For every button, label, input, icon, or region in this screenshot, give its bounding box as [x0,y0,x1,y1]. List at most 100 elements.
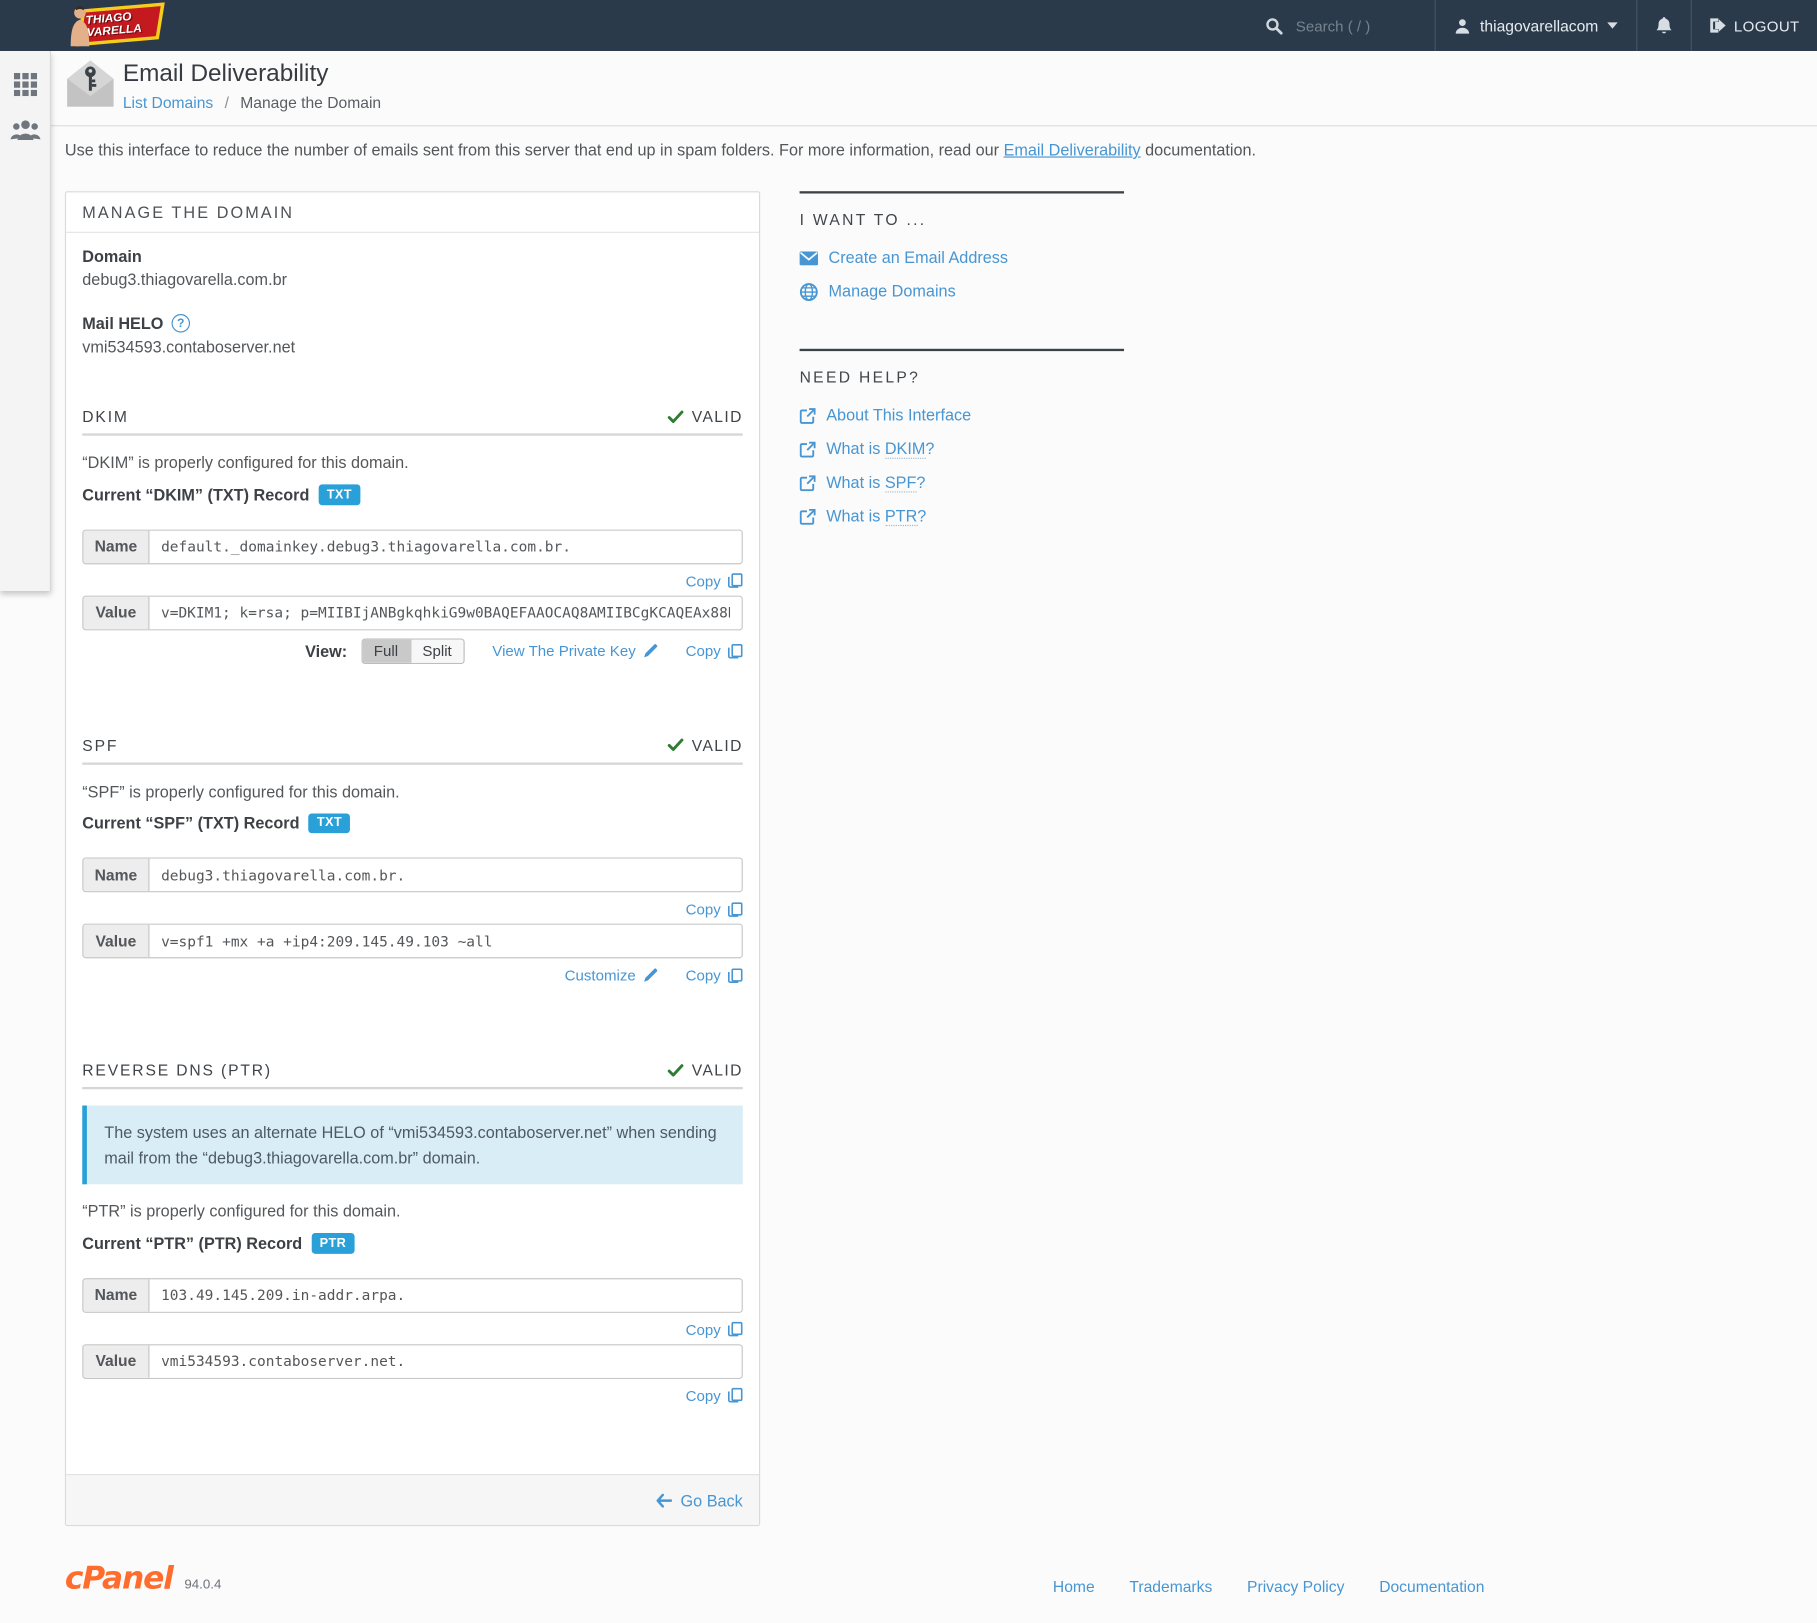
dkim-value-copy-link[interactable]: Copy [686,642,743,659]
breadcrumb-separator: / [224,93,229,112]
check-icon [667,1063,684,1077]
mail-helo-value: vmi534593.contaboserver.net [82,337,296,356]
private-key-label: View The Private Key [492,641,636,660]
dkim-name-input[interactable] [149,530,742,563]
users-group-icon[interactable] [9,118,40,140]
go-back-label: Go Back [680,1490,743,1510]
copy-icon [727,643,743,658]
breadcrumb-current: Manage the Domain [240,93,382,112]
name-addon: Name [83,1278,150,1312]
link-suffix: ? [916,472,926,492]
what-is-dkim-link[interactable]: What is DKIM? [799,439,1124,459]
left-sidebar [0,50,51,591]
view-private-key-link[interactable]: View The Private Key [492,642,657,659]
view-split-button[interactable]: Split [409,639,464,663]
link-prefix: What is [826,506,885,525]
logout-icon [1708,17,1727,33]
logo-man-icon [66,5,94,53]
breadcrumb: List Domains / Manage the Domain [123,94,381,111]
copy-label: Copy [685,1320,721,1338]
ptr-name-input[interactable] [149,1278,742,1312]
bell-icon [1655,16,1674,36]
external-link-icon [799,441,816,457]
breadcrumb-list-domains[interactable]: List Domains [123,94,213,111]
main-content: Email Deliverability List Domains / Mana… [50,51,1817,1623]
email-deliverability-doc-link[interactable]: Email Deliverability [1004,140,1141,159]
spf-value-row: Value [82,923,743,959]
manage-domain-panel: MANAGE THE DOMAIN Domain debug3.thiagova… [64,191,761,1527]
dkim-section: DKIM VALID “DKIM” is properly configured… [82,408,743,664]
spf-status-text: “SPF” is properly configured for this do… [82,781,400,801]
dkim-name-row: Name [82,528,743,564]
version-label: 94.0.4 [184,1578,222,1593]
page-description: Use this interface to reduce the number … [65,138,1789,161]
apps-grid-icon[interactable] [13,73,37,97]
link-prefix: What is [826,439,885,458]
search-input[interactable] [1293,15,1384,36]
dkim-name-copy-link[interactable]: Copy [686,572,743,589]
copy-label: Copy [685,966,721,984]
dkim-record-text: Current “DKIM” (TXT) Record [82,485,310,504]
external-link-icon [799,407,816,424]
footer-link-home[interactable]: Home [1053,1578,1095,1595]
spf-name-input[interactable] [149,858,742,892]
create-email-address-label: Create an Email Address [828,247,1008,267]
header-search[interactable] [1254,0,1435,51]
link-suffix: ? [917,506,927,525]
page-title: Email Deliverability [122,60,329,87]
brand-logo[interactable]: THIAGO VARELLA [64,2,166,48]
spf-name-copy-link[interactable]: Copy [685,900,743,918]
mail-helo-text: Mail HELO [82,314,164,333]
globe-icon [799,282,818,301]
copy-label: Copy [685,900,721,918]
dkim-term: DKIM [884,439,926,459]
customize-label: Customize [564,966,636,984]
ptr-record-text: Current “PTR” (PTR) Record [82,1233,303,1253]
spf-value-input[interactable] [149,924,742,958]
what-is-ptr-link[interactable]: What is PTR? [799,506,1124,527]
valid-label: VALID [691,1061,743,1079]
copy-label: Copy [685,641,721,660]
spf-customize-link[interactable]: Customize [564,966,658,984]
txt-badge: TXT [308,812,351,834]
panel-footer: Go Back [66,1473,760,1525]
ptr-value-copy-link[interactable]: Copy [686,1387,743,1404]
dkim-record-label: Current “DKIM” (TXT) Record TXT [82,484,743,505]
notifications-button[interactable] [1636,0,1691,51]
help-icon[interactable]: ? [171,314,191,333]
ptr-value-input[interactable] [149,1344,742,1378]
helo-info-box: The system uses an alternate HELO of “vm… [82,1105,743,1185]
user-menu[interactable]: thiagovarellacom [1434,0,1637,51]
create-email-address-link[interactable]: Create an Email Address [799,247,1124,268]
dkim-status-badge: VALID [667,408,742,425]
ptr-name-copy-link[interactable]: Copy [685,1320,743,1338]
valid-label: VALID [691,736,743,754]
spf-section: SPF VALID “SPF” is properly configured f… [82,736,743,984]
title-divider [50,125,1817,127]
ptr-status-badge: VALID [667,1061,743,1079]
about-this-interface-link[interactable]: About This Interface [799,406,1124,426]
copy-icon [727,573,743,588]
logout-button[interactable]: LOGOUT [1691,0,1817,51]
logout-label: LOGOUT [1733,16,1800,35]
what-is-spf-link[interactable]: What is SPF? [799,472,1124,493]
external-link-icon [799,508,816,525]
cpanel-app: THIAGO VARELLA thiagovarellacom [0,0,1817,1623]
dkim-value-input[interactable] [149,596,742,629]
manage-domains-link[interactable]: Manage Domains [799,282,1124,302]
ptr-term: PTR [884,506,918,527]
spf-value-copy-link[interactable]: Copy [685,966,743,984]
chevron-down-icon [1607,22,1619,29]
footer-link-trademarks[interactable]: Trademarks [1129,1578,1212,1595]
view-full-button[interactable]: Full [362,639,410,663]
footer-link-privacy-policy[interactable]: Privacy Policy [1247,1578,1344,1595]
search-icon [1266,17,1283,35]
footer-link-documentation[interactable]: Documentation [1379,1578,1484,1595]
copy-icon [727,1321,743,1337]
mail-helo-label: Mail HELO ? [82,314,743,333]
dkim-heading: DKIM [82,407,129,426]
value-addon: Value [83,924,150,958]
copy-label: Copy [685,571,721,590]
dkim-status-text: “DKIM” is properly configured for this d… [82,453,409,472]
go-back-button[interactable]: Go Back [656,1490,743,1510]
